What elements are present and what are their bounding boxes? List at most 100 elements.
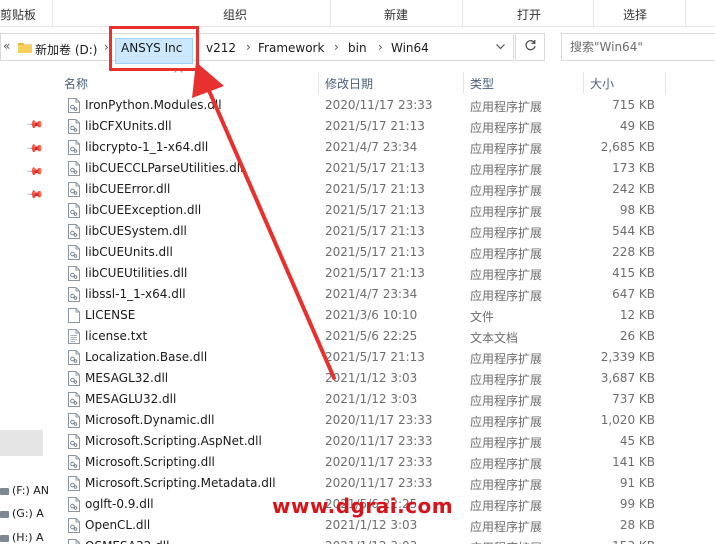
- file-size: 3,687 KB: [600, 371, 655, 385]
- chevron-down-icon[interactable]: [487, 34, 514, 60]
- file-date: 2020/11/17 23:33: [325, 434, 433, 448]
- pin-icon[interactable]: 📌: [25, 115, 44, 134]
- file-date: 2021/5/17 21:13: [325, 224, 425, 238]
- crumb-drive[interactable]: 新加卷 (D:): [35, 41, 97, 58]
- file-type: 应用程序扩展: [470, 142, 543, 156]
- crumb-bin[interactable]: bin: [348, 41, 367, 55]
- column-divider[interactable]: [318, 72, 319, 94]
- table-row[interactable]: libCUEException.dll 2021/5/17 21:13 应用程序扩展…: [48, 200, 715, 221]
- address-bar[interactable]: « 新加卷 (D:) › ANSYS Inc › v212 › Framewor…: [0, 33, 514, 64]
- column-header-size[interactable]: 大小: [590, 75, 614, 92]
- file-type: 应用程序扩展: [470, 100, 543, 114]
- ribbon-select-label[interactable]: 选择: [623, 6, 647, 23]
- file-name: libCUEException.dll: [85, 203, 202, 217]
- table-row[interactable]: libCUEUnits.dll 2021/5/17 21:13 应用程序扩展 228 …: [48, 242, 715, 263]
- file-type: 应用程序扩展: [470, 289, 543, 303]
- column-divider[interactable]: [665, 72, 666, 94]
- crumb-separator[interactable]: ›: [334, 40, 339, 54]
- table-row[interactable]: libCUESystem.dll 2021/5/17 21:13 应用程序扩展 544…: [48, 221, 715, 242]
- column-divider[interactable]: [463, 72, 464, 94]
- table-row[interactable]: MESAGLU32.dll 2021/1/12 3:03 应用程序扩展 737 KB: [48, 389, 715, 410]
- pin-icon[interactable]: 📌: [25, 139, 44, 158]
- file-size: 2,339 KB: [600, 350, 655, 364]
- file-size: 98 KB: [619, 203, 655, 217]
- table-row[interactable]: MESAGL32.dll 2021/1/12 3:03 应用程序扩展 3,687 KB: [48, 368, 715, 389]
- ribbon-new-label[interactable]: 新建: [384, 6, 408, 23]
- nav-drive-label: (H:) A: [12, 531, 44, 544]
- dll-file-icon: [68, 224, 80, 239]
- nav-drive-h[interactable]: (H:) A: [0, 531, 44, 544]
- table-row[interactable]: IronPython.Modules.dll 2020/11/17 23:33 应用…: [48, 95, 715, 116]
- file-date: 2021/5/17 21:13: [325, 182, 425, 196]
- table-row[interactable]: Microsoft.Scripting.dll 2020/11/17 23:33 应…: [48, 452, 715, 473]
- file-type: 应用程序扩展: [470, 457, 543, 471]
- file-name: Microsoft.Scripting.dll: [85, 455, 215, 469]
- file-name: Microsoft.Scripting.Metadata.dll: [85, 476, 276, 490]
- ribbon-clipboard-label[interactable]: 剪贴板: [0, 6, 36, 23]
- file-date: 2021/5/17 21:13: [325, 161, 425, 175]
- file-size: 2,685 KB: [600, 140, 655, 154]
- file-name: libCUEError.dll: [85, 182, 171, 196]
- back-chevrons[interactable]: «: [3, 39, 10, 53]
- file-size: 91 KB: [619, 476, 655, 490]
- ribbon-organize-label[interactable]: 组织: [223, 6, 247, 23]
- file-date: 2021/1/12 3:03: [325, 518, 418, 532]
- file-type: 应用程序扩展: [470, 205, 543, 219]
- refresh-button[interactable]: [515, 33, 545, 61]
- file-rows: IronPython.Modules.dll 2020/11/17 23:33 应用…: [48, 95, 715, 544]
- crumb-framework[interactable]: Framework: [258, 41, 324, 55]
- nav-drive-f[interactable]: (F:) AN: [0, 484, 49, 497]
- file-size: 28 KB: [619, 518, 655, 532]
- file-name: libCUEUtilities.dll: [85, 266, 188, 280]
- table-row[interactable]: license.txt 2021/5/6 22:25 文本文档 26 KB: [48, 326, 715, 347]
- table-row[interactable]: OpenCL.dll 2021/1/12 3:03 应用程序扩展 28 KB: [48, 515, 715, 536]
- dll-file-icon: [68, 119, 80, 134]
- crumb-v212[interactable]: v212: [206, 41, 236, 55]
- ribbon-divider: [52, 0, 53, 27]
- table-row[interactable]: Microsoft.Scripting.AspNet.dll 2020/11/17…: [48, 431, 715, 452]
- nav-selected-item[interactable]: [0, 430, 43, 456]
- pin-icon[interactable]: 📌: [25, 162, 44, 181]
- file-name: Localization.Base.dll: [85, 350, 208, 364]
- text-file-icon: [68, 329, 80, 344]
- table-row[interactable]: libcrypto-1_1-x64.dll 2021/4/7 23:34 应用程序扩…: [48, 137, 715, 158]
- file-date: 2021/5/17 21:13: [325, 350, 425, 364]
- dll-file-icon: [68, 518, 80, 533]
- search-box[interactable]: [561, 33, 715, 61]
- table-row[interactable]: LICENSE 2021/3/6 10:10 文件 12 KB: [48, 305, 715, 326]
- dll-file-icon: [68, 203, 80, 218]
- dll-file-icon: [68, 266, 80, 281]
- file-type: 应用程序扩展: [470, 163, 543, 177]
- file-type: 应用程序扩展: [470, 394, 543, 408]
- table-row[interactable]: libCUEUtilities.dll 2021/5/17 21:13 应用程序扩展…: [48, 263, 715, 284]
- table-row[interactable]: libCFXUnits.dll 2021/5/17 21:13 应用程序扩展 49 K…: [48, 116, 715, 137]
- crumb-separator[interactable]: ›: [378, 40, 383, 54]
- crumb-separator[interactable]: ›: [246, 40, 251, 54]
- table-row[interactable]: OSMESA32.dll 2021/1/12 3:03 应用程序扩展 153 KB: [48, 536, 715, 544]
- table-row[interactable]: libCUEError.dll 2021/5/17 21:13 应用程序扩展 242 …: [48, 179, 715, 200]
- table-row[interactable]: Microsoft.Dynamic.dll 2020/11/17 23:33 应用程…: [48, 410, 715, 431]
- column-header-name[interactable]: 名称: [64, 75, 88, 92]
- file-date: 2021/1/12 3:03: [325, 539, 417, 544]
- dll-file-icon: [68, 140, 80, 155]
- table-row[interactable]: libssl-1_1-x64.dll 2021/4/7 23:34 应用程序扩展 64…: [48, 284, 715, 305]
- file-date: 2021/1/12 3:03: [325, 371, 418, 385]
- file-date: 2021/4/7 23:34: [325, 140, 418, 154]
- crumb-win64[interactable]: Win64: [391, 41, 429, 55]
- table-row[interactable]: Microsoft.Scripting.Metadata.dll 2020/11/…: [48, 473, 715, 494]
- ribbon-divider: [685, 0, 686, 27]
- search-input[interactable]: [562, 34, 712, 60]
- nav-drive-g[interactable]: (G:) A: [0, 507, 44, 520]
- ribbon-divider: [462, 0, 463, 27]
- highlight-box: [109, 26, 199, 71]
- column-header-date[interactable]: 修改日期: [325, 75, 373, 92]
- column-divider[interactable]: [583, 72, 584, 94]
- table-row[interactable]: libCUECCLParseUtilities.dll 2021/5/17 21:…: [48, 158, 715, 179]
- file-date: 2021/1/12 3:03: [325, 392, 418, 406]
- file-date: 2020/11/17 23:33: [325, 98, 433, 112]
- ribbon-open-label[interactable]: 打开: [517, 6, 541, 23]
- ribbon-divider: [593, 0, 594, 27]
- pin-icon[interactable]: 📌: [25, 185, 44, 204]
- table-row[interactable]: Localization.Base.dll 2021/5/17 21:13 应用程序…: [48, 347, 715, 368]
- column-header-type[interactable]: 类型: [470, 75, 494, 92]
